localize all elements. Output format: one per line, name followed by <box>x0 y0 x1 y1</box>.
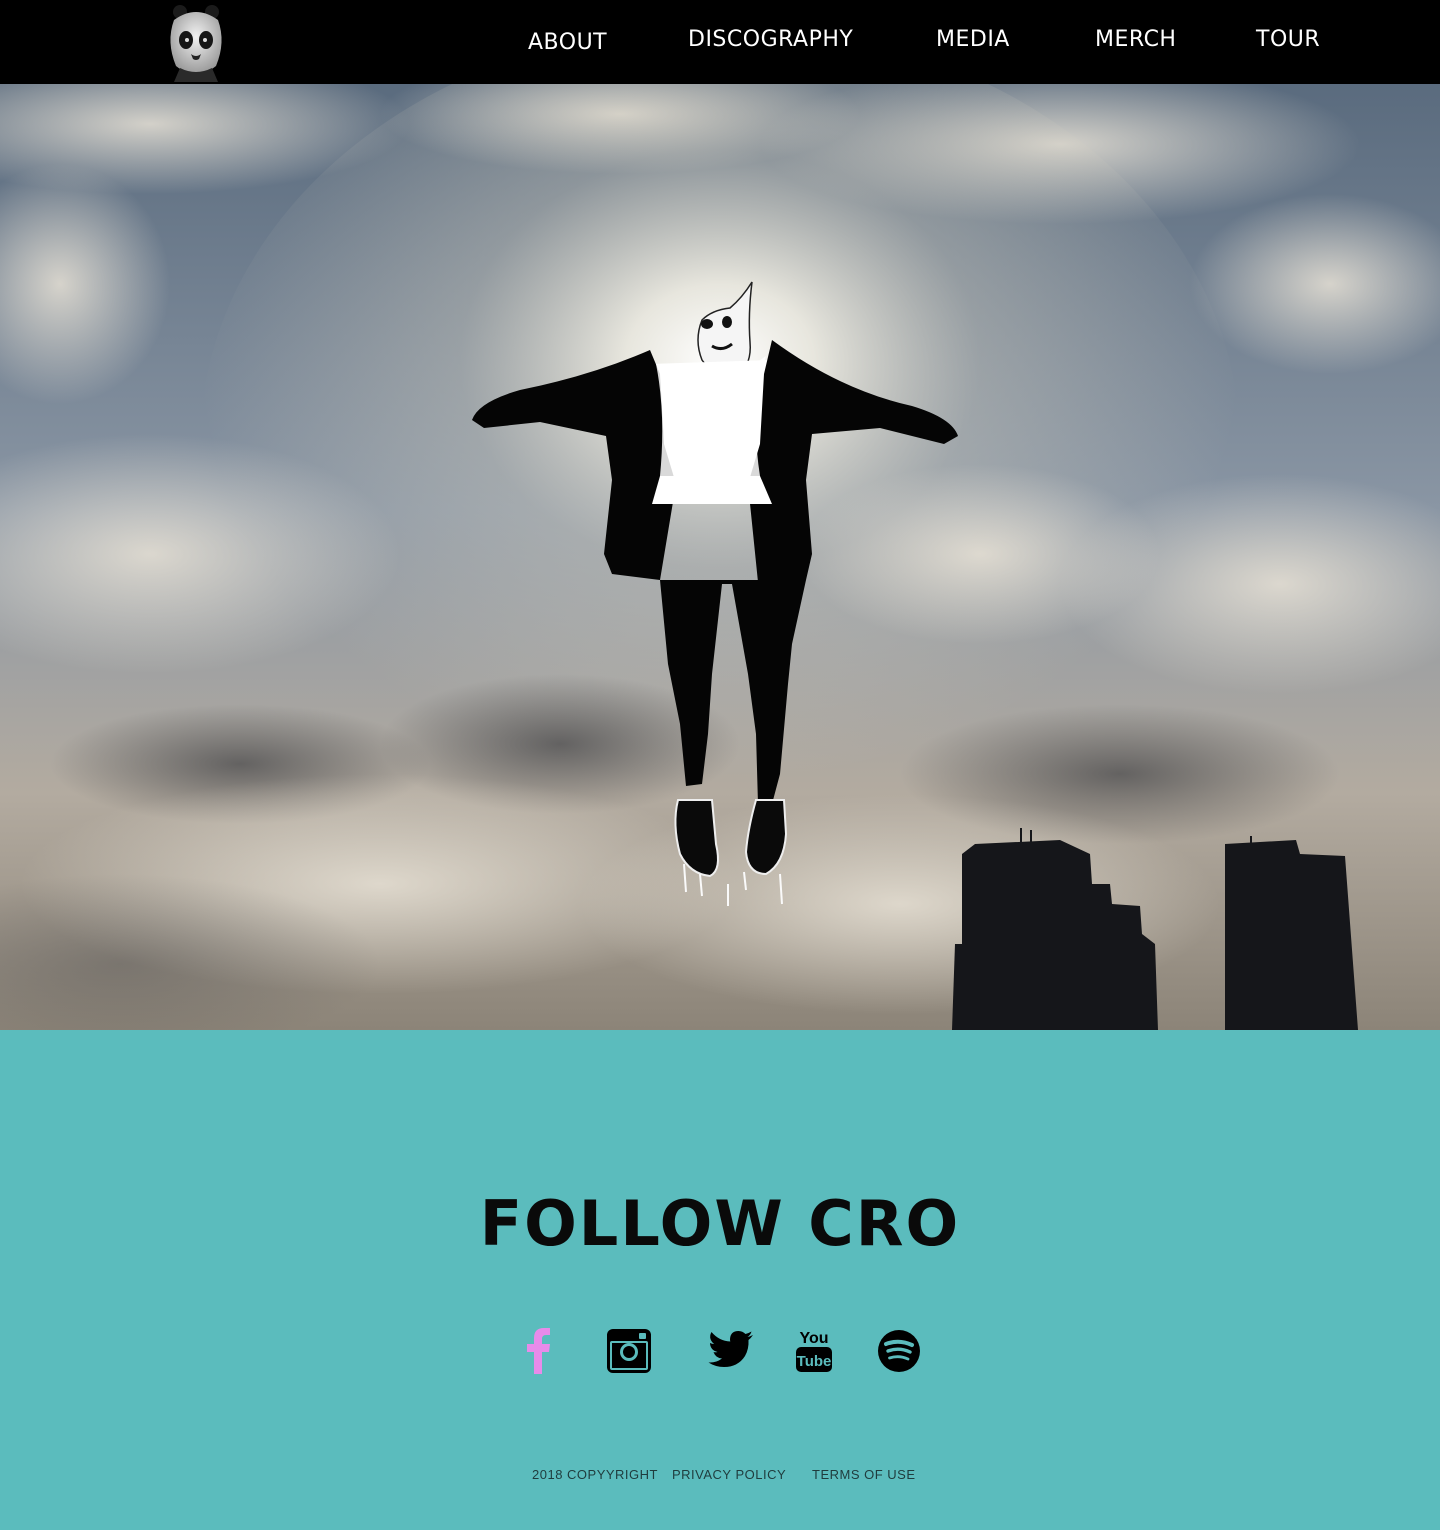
twitter-icon[interactable] <box>708 1330 754 1370</box>
follow-section: FOLLOW CRO You Tube 2018 COPYYRIGHT PRIV… <box>0 1030 1440 1530</box>
spotify-icon[interactable] <box>877 1329 921 1373</box>
facebook-icon[interactable] <box>522 1328 554 1374</box>
nav-about[interactable]: ABOUT <box>528 29 607 57</box>
hero-section <box>0 84 1440 1030</box>
svg-text:You: You <box>799 1330 828 1347</box>
nav-tour[interactable]: TOUR <box>1256 26 1320 54</box>
follow-title: FOLLOW CRO <box>479 1187 961 1260</box>
floating-figure-in-cloudy-sky-image <box>0 84 1440 1030</box>
nav-merch[interactable]: MERCH <box>1095 26 1176 54</box>
panda-mask-logo-icon[interactable] <box>160 2 232 82</box>
nav-media[interactable]: MEDIA <box>936 26 1010 54</box>
youtube-icon[interactable]: You Tube <box>794 1326 834 1374</box>
footer-privacy-policy-link[interactable]: PRIVACY POLICY <box>672 1467 786 1482</box>
nav-discography[interactable]: DISCOGRAPHY <box>688 26 853 54</box>
site-header: ABOUT DISCOGRAPHY MEDIA MERCH TOUR <box>0 0 1440 84</box>
footer-terms-of-use-link[interactable]: TERMS OF USE <box>812 1467 916 1482</box>
instagram-icon[interactable] <box>606 1328 652 1374</box>
footer-copyright: 2018 COPYYRIGHT <box>532 1467 658 1482</box>
svg-text:Tube: Tube <box>797 1353 832 1370</box>
